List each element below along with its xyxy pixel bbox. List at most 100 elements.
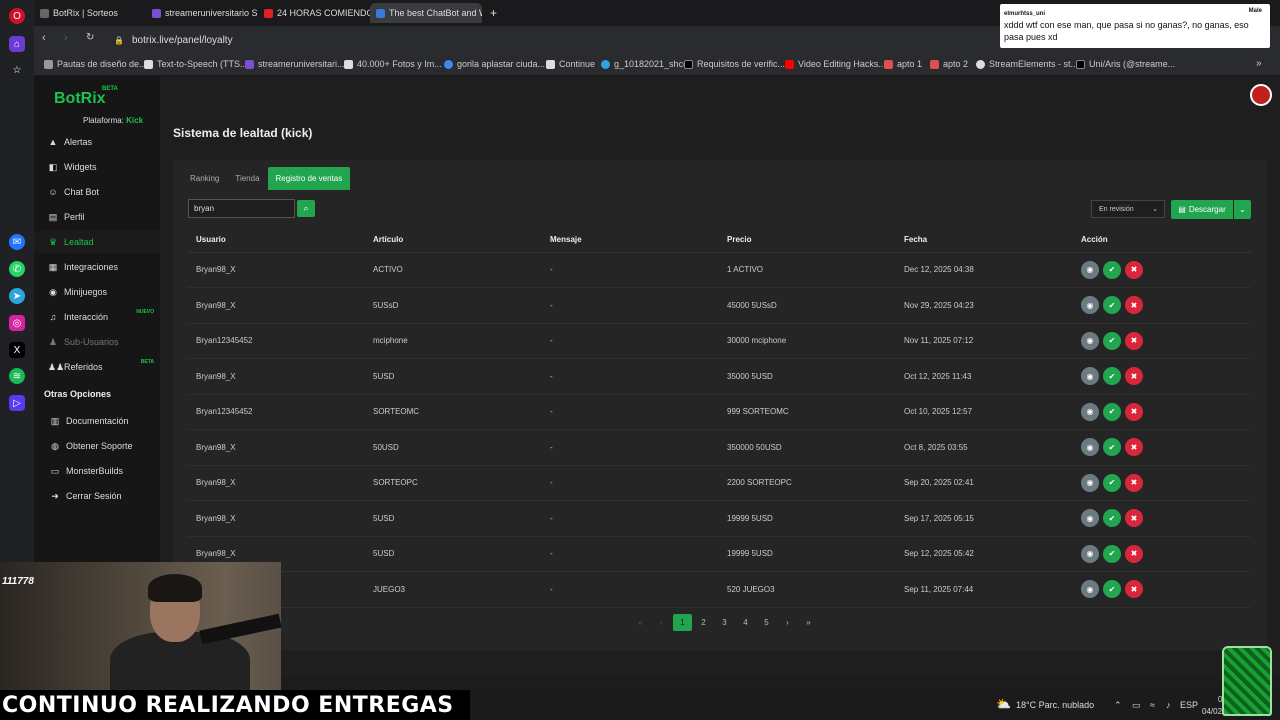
browser-tab-active[interactable]: The best ChatBot and Wid — [370, 3, 482, 23]
more-bookmarks-icon[interactable]: » — [1256, 58, 1262, 69]
view-button[interactable]: ◉ — [1081, 473, 1099, 492]
logo[interactable]: BotRix — [54, 90, 106, 108]
column-header[interactable]: Fecha — [896, 228, 1073, 253]
approve-button[interactable]: ✔ — [1103, 473, 1121, 492]
bookmark-item[interactable]: StreamElements - st... — [976, 59, 1078, 69]
bookmark-item[interactable]: Text-to-Speech (TTS... — [144, 59, 248, 69]
tray-chevron-icon[interactable]: ⌃ — [1114, 700, 1122, 711]
sidebar-item-cerrar-sesion[interactable]: ➜ Cerrar Sesión — [34, 485, 160, 507]
language-indicator[interactable]: ESP — [1180, 700, 1198, 710]
view-button[interactable]: ◉ — [1081, 260, 1099, 279]
download-button[interactable]: ▤ Descargar — [1171, 200, 1233, 219]
next-page-button[interactable]: › — [778, 614, 797, 631]
browser-tab[interactable]: streameruniversitario Sho — [146, 3, 258, 23]
search-input[interactable] — [188, 199, 295, 218]
column-header[interactable]: Usuario — [188, 228, 365, 253]
bookmark-item[interactable]: Pautas de diseño de... — [44, 59, 147, 69]
tab-tienda[interactable]: Tienda — [227, 167, 267, 190]
search-button[interactable]: ⌕ — [297, 200, 315, 217]
x-icon[interactable]: X — [9, 342, 25, 358]
avatar[interactable] — [1250, 84, 1272, 106]
last-page-button[interactable]: » — [799, 614, 818, 631]
approve-button[interactable]: ✔ — [1103, 331, 1121, 350]
weather-text[interactable]: 18°C Parc. nublado — [1016, 700, 1094, 710]
forward-icon[interactable]: › — [64, 32, 68, 44]
new-tab-button[interactable]: + — [486, 3, 504, 23]
opera-logo-icon[interactable]: O — [9, 8, 25, 24]
sidebar-item-interaccion[interactable]: ♫ Interacción NUEVO — [34, 306, 160, 328]
reload-icon[interactable]: ↻ — [86, 32, 94, 43]
view-button[interactable]: ◉ — [1081, 509, 1099, 528]
bookmark-item[interactable]: Video Editing Hacks... — [785, 59, 886, 69]
reject-button[interactable]: ✖ — [1125, 402, 1143, 421]
messenger-icon[interactable]: ✉ — [9, 234, 25, 250]
approve-button[interactable]: ✔ — [1103, 260, 1121, 279]
bookmark-item[interactable]: apto 1 — [884, 59, 922, 69]
reject-button[interactable]: ✖ — [1125, 544, 1143, 563]
browser-tab[interactable]: BotRix | Sorteos — [34, 3, 146, 23]
reject-button[interactable]: ✖ — [1125, 260, 1143, 279]
url-field[interactable]: 🔒 botrix.live/panel/loyalty — [106, 30, 1006, 50]
telegram-icon[interactable]: ➤ — [9, 288, 25, 304]
column-header[interactable]: Mensaje — [542, 228, 719, 253]
page-button[interactable]: 5 — [757, 614, 776, 631]
sidebar-item-alertas[interactable]: ▲ Alertas — [34, 131, 160, 153]
reject-button[interactable]: ✖ — [1125, 580, 1143, 599]
bookmark-item[interactable]: Continue — [546, 59, 595, 69]
approve-button[interactable]: ✔ — [1103, 402, 1121, 421]
clock-date[interactable]: 04/02/ — [1202, 707, 1224, 716]
view-button[interactable]: ◉ — [1081, 402, 1099, 421]
back-icon[interactable]: ‹ — [42, 32, 46, 44]
bookmark-item[interactable]: Requisitos de verific... — [684, 59, 785, 69]
reject-button[interactable]: ✖ — [1125, 367, 1143, 386]
player-icon[interactable]: ▷ — [9, 395, 25, 411]
instagram-icon[interactable]: ◎ — [9, 315, 25, 331]
sidebar-item-referidos[interactable]: ♟♟ Referidos BETA — [34, 356, 160, 378]
column-header[interactable]: Artículo — [365, 228, 542, 253]
status-select[interactable]: En revisión ⌄ — [1091, 200, 1165, 218]
sidebar-item-minijuegos[interactable]: ◉ Minijuegos — [34, 281, 160, 303]
approve-button[interactable]: ✔ — [1103, 438, 1121, 457]
bookmark-item[interactable]: g_10182021_shcc — [601, 59, 688, 69]
approve-button[interactable]: ✔ — [1103, 296, 1121, 315]
sidebar-item-widgets[interactable]: ◧ Widgets — [34, 156, 160, 178]
column-header[interactable]: Precio — [719, 228, 896, 253]
sidebar-item-lealtad[interactable]: ♛ Lealtad — [34, 231, 160, 253]
sidebar-item-soporte[interactable]: ◍ Obtener Soporte — [34, 435, 160, 457]
reject-button[interactable]: ✖ — [1125, 331, 1143, 350]
sidebar-item-monsterbuilds[interactable]: ▭ MonsterBuilds — [34, 460, 160, 482]
tab-ranking[interactable]: Ranking — [182, 167, 227, 190]
bookmark-item[interactable]: 40.000+ Fotos y Im... — [344, 59, 442, 69]
page-button[interactable]: 1 — [673, 614, 692, 631]
bookmark-item[interactable]: Uni/Aris (@streame... — [1076, 59, 1175, 69]
whatsapp-icon[interactable]: ✆ — [9, 261, 25, 277]
volume-icon[interactable]: ♪ — [1166, 700, 1171, 710]
first-page-button[interactable]: « — [631, 614, 650, 631]
view-button[interactable]: ◉ — [1081, 438, 1099, 457]
wifi-icon[interactable]: ≈ — [1150, 700, 1155, 710]
weather-icon[interactable]: ⛅ — [996, 697, 1011, 711]
page-button[interactable]: 4 — [736, 614, 755, 631]
reject-button[interactable]: ✖ — [1125, 473, 1143, 492]
star-icon[interactable]: ☆ — [9, 62, 25, 78]
approve-button[interactable]: ✔ — [1103, 580, 1121, 599]
sidebar-item-documentacion[interactable]: ▥ Documentación — [34, 410, 160, 432]
approve-button[interactable]: ✔ — [1103, 509, 1121, 528]
tab-registro-ventas[interactable]: Registro de ventas — [267, 167, 351, 190]
download-dropdown-button[interactable]: ⌄ — [1234, 200, 1251, 219]
home-icon[interactable]: ⌂ — [9, 36, 25, 52]
bookmark-item[interactable]: apto 2 — [930, 59, 968, 69]
sidebar-item-subusuarios[interactable]: ♟ Sub-Usuarios — [34, 331, 160, 353]
sidebar-item-integraciones[interactable]: ▦ Integraciones — [34, 256, 160, 278]
reject-button[interactable]: ✖ — [1125, 509, 1143, 528]
view-button[interactable]: ◉ — [1081, 331, 1099, 350]
bookmark-item[interactable]: streameruniversitari... — [245, 59, 345, 69]
approve-button[interactable]: ✔ — [1103, 367, 1121, 386]
approve-button[interactable]: ✔ — [1103, 544, 1121, 563]
bookmark-item[interactable]: gorila aplastar ciuda... — [444, 59, 545, 69]
prev-page-button[interactable]: ‹ — [652, 614, 671, 631]
sidebar-item-perfil[interactable]: ▤ Perfil — [34, 206, 160, 228]
network-icon[interactable]: ▭ — [1132, 700, 1141, 711]
reject-button[interactable]: ✖ — [1125, 296, 1143, 315]
page-button[interactable]: 3 — [715, 614, 734, 631]
